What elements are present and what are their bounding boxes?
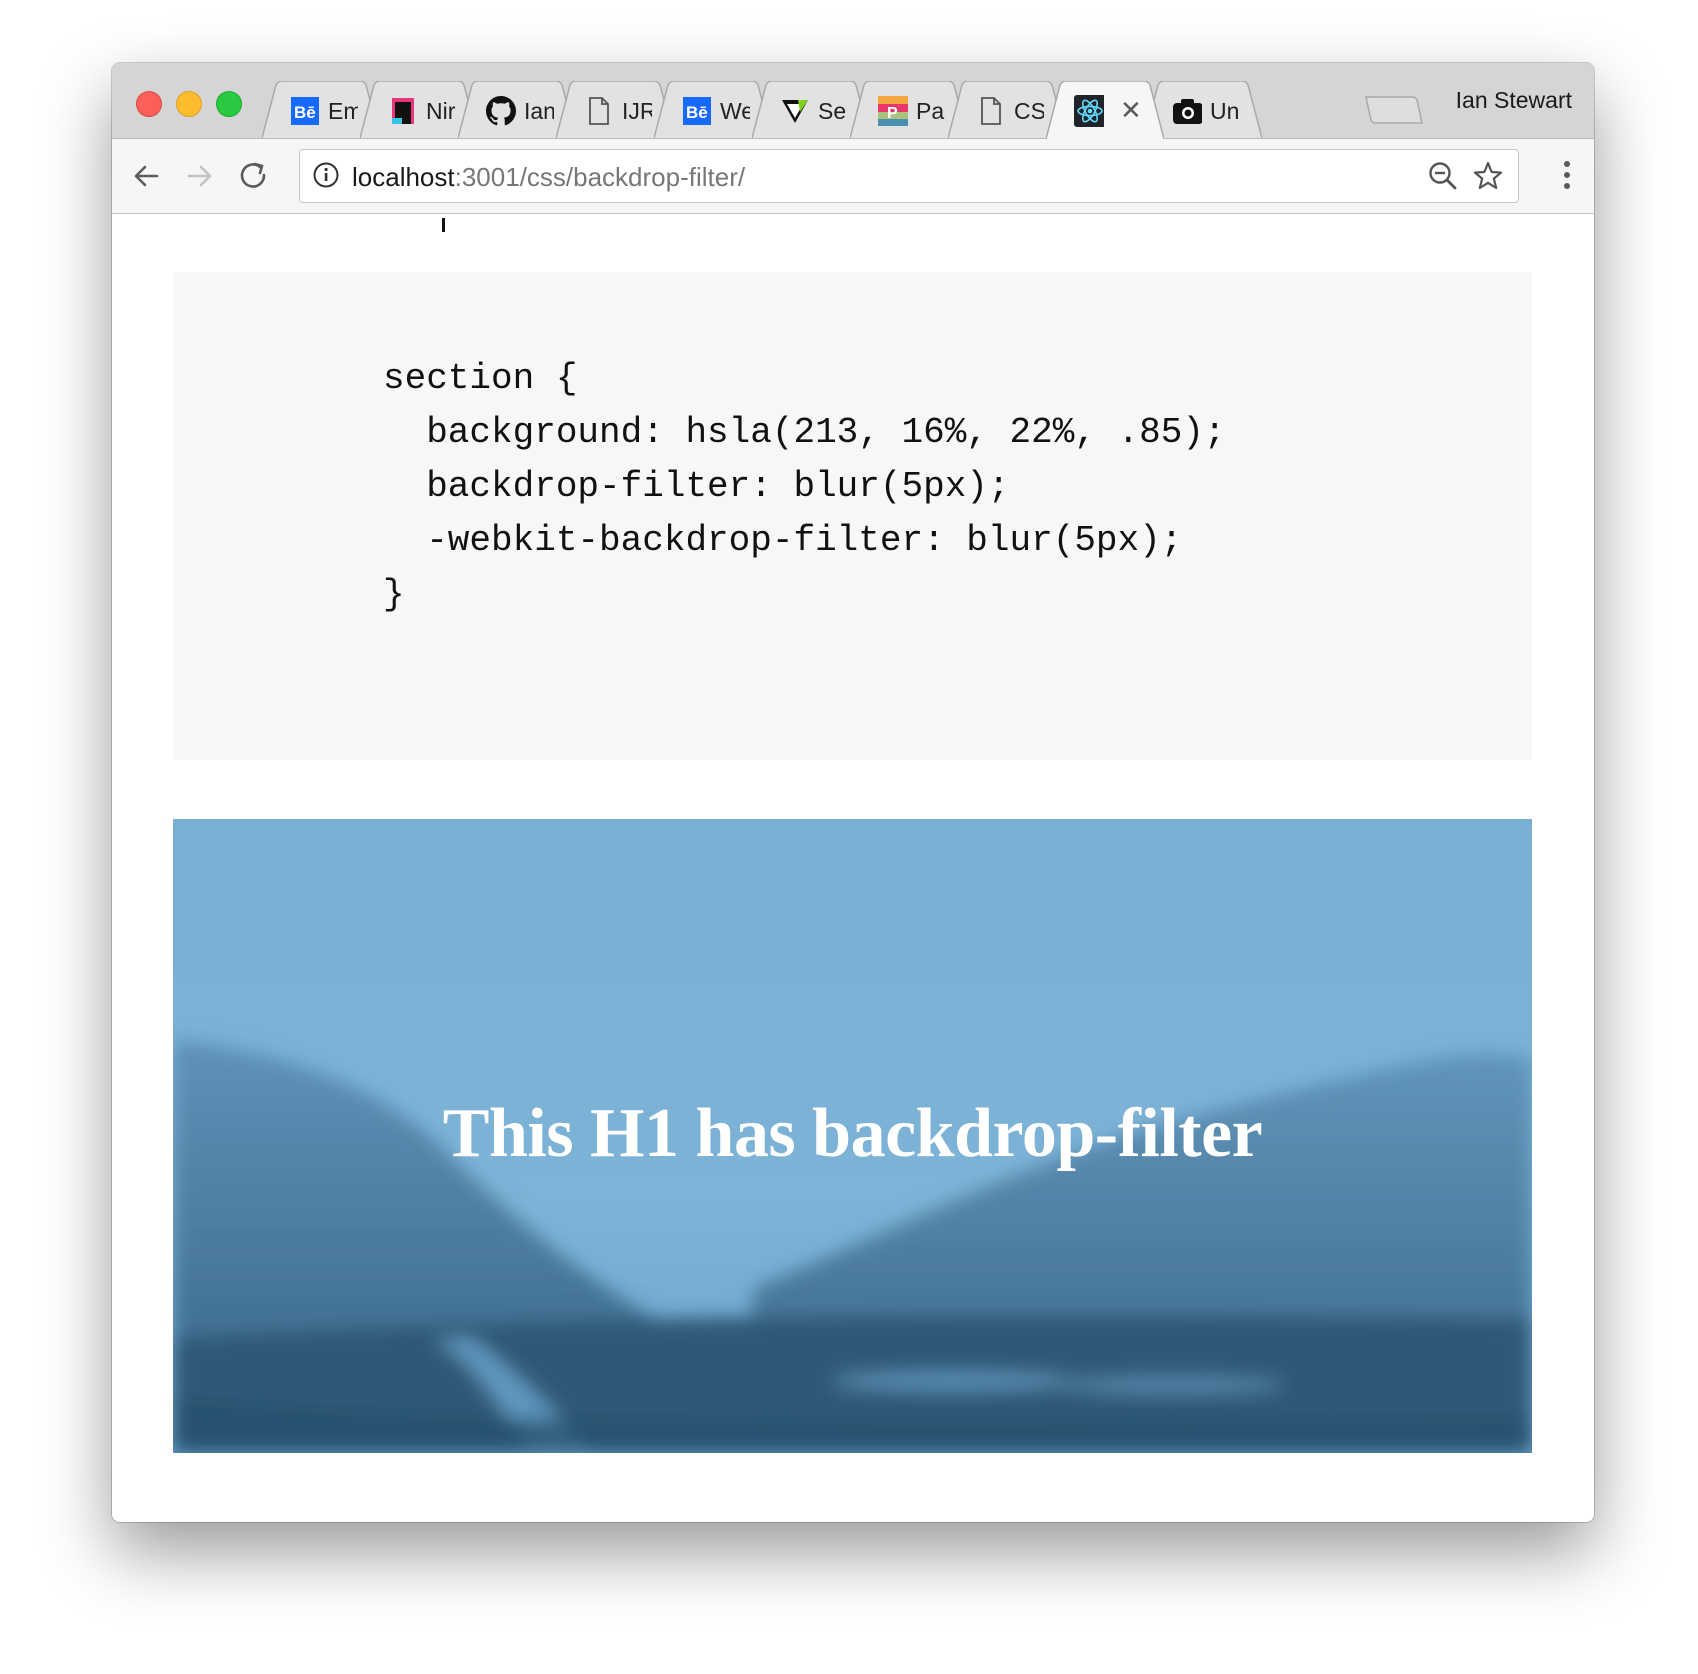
tab-label: Pa <box>916 98 945 124</box>
url-text[interactable]: localhost:3001/css/backdrop-filter/ <box>352 162 745 193</box>
clipped-paragraph-fragment <box>317 214 782 246</box>
tab-label: CS <box>1014 98 1044 124</box>
hero-heading: This H1 has backdrop-filter <box>442 1095 1263 1172</box>
address-bar[interactable]: localhost:3001/css/backdrop-filter/ <box>299 149 1519 203</box>
tab-label: Nir <box>426 98 456 124</box>
code-line: -webkit-backdrop-filter: blur(5px); <box>383 520 1183 561</box>
reload-button[interactable] <box>234 156 274 196</box>
code-line: backdrop-filter: blur(5px); <box>383 466 1010 507</box>
vuetify-icon <box>780 96 810 126</box>
url-host: localhost <box>352 162 455 192</box>
code-line: } <box>383 574 405 615</box>
document-icon <box>584 96 614 126</box>
palette-icon: P <box>878 96 908 126</box>
minimize-window-button[interactable] <box>176 91 202 117</box>
reload-icon <box>240 162 266 188</box>
document-icon <box>976 96 1006 126</box>
tab-strip: Bē Em Nir Ian IJR Bē We Se P Pa CS ✕ Un … <box>112 63 1594 139</box>
url-path: :3001/css/backdrop-filter/ <box>454 162 746 192</box>
page-viewport[interactable]: section { background: hsla(213, 16%, 22%… <box>112 214 1594 1522</box>
tab-label: We <box>720 98 750 124</box>
camera-icon <box>1172 96 1202 126</box>
browser-window: Bē Em Nir Ian IJR Bē We Se P Pa CS ✕ Un … <box>112 63 1594 1522</box>
code-text: section { background: hsla(213, 16%, 22%… <box>383 352 1226 622</box>
github-icon <box>486 96 516 126</box>
behance-icon: Bē <box>682 96 712 126</box>
browser-toolbar: localhost:3001/css/backdrop-filter/ <box>112 139 1594 214</box>
tab-label: Em <box>328 98 358 124</box>
arrow-right-icon <box>187 165 212 187</box>
forward-button[interactable] <box>180 156 220 196</box>
close-tab-icon[interactable]: ✕ <box>1120 95 1142 126</box>
hero-section: This H1 has backdrop-filter <box>173 819 1532 1453</box>
close-window-button[interactable] <box>136 91 162 117</box>
kebab-menu-icon[interactable] <box>1562 159 1572 196</box>
profile-name[interactable]: Ian Stewart <box>1456 87 1572 114</box>
back-button[interactable] <box>126 156 166 196</box>
fullscreen-window-button[interactable] <box>216 91 242 117</box>
tab-label: Se <box>818 98 847 124</box>
arrow-left-icon <box>134 165 159 187</box>
behance-icon: Bē <box>290 96 320 126</box>
react-icon <box>1074 95 1104 127</box>
svg-text:Bē: Bē <box>686 103 708 122</box>
code-line: section { <box>383 358 578 399</box>
new-tab-button[interactable] <box>1364 95 1424 130</box>
svg-text:P: P <box>887 105 898 122</box>
tab-8-active[interactable]: ✕ <box>1046 81 1164 139</box>
bookmark-star-icon[interactable] <box>1472 160 1504 197</box>
tab-label: Un <box>1210 98 1240 124</box>
nirvana-app-icon <box>388 96 418 126</box>
tab-label: Ian <box>524 98 554 124</box>
svg-text:Bē: Bē <box>294 103 316 122</box>
code-block: section { background: hsla(213, 16%, 22%… <box>173 272 1532 760</box>
code-line: background: hsla(213, 16%, 22%, .85); <box>383 412 1226 453</box>
zoom-icon[interactable] <box>1428 161 1458 196</box>
info-icon[interactable] <box>312 161 340 194</box>
tab-label: IJR <box>622 98 652 124</box>
